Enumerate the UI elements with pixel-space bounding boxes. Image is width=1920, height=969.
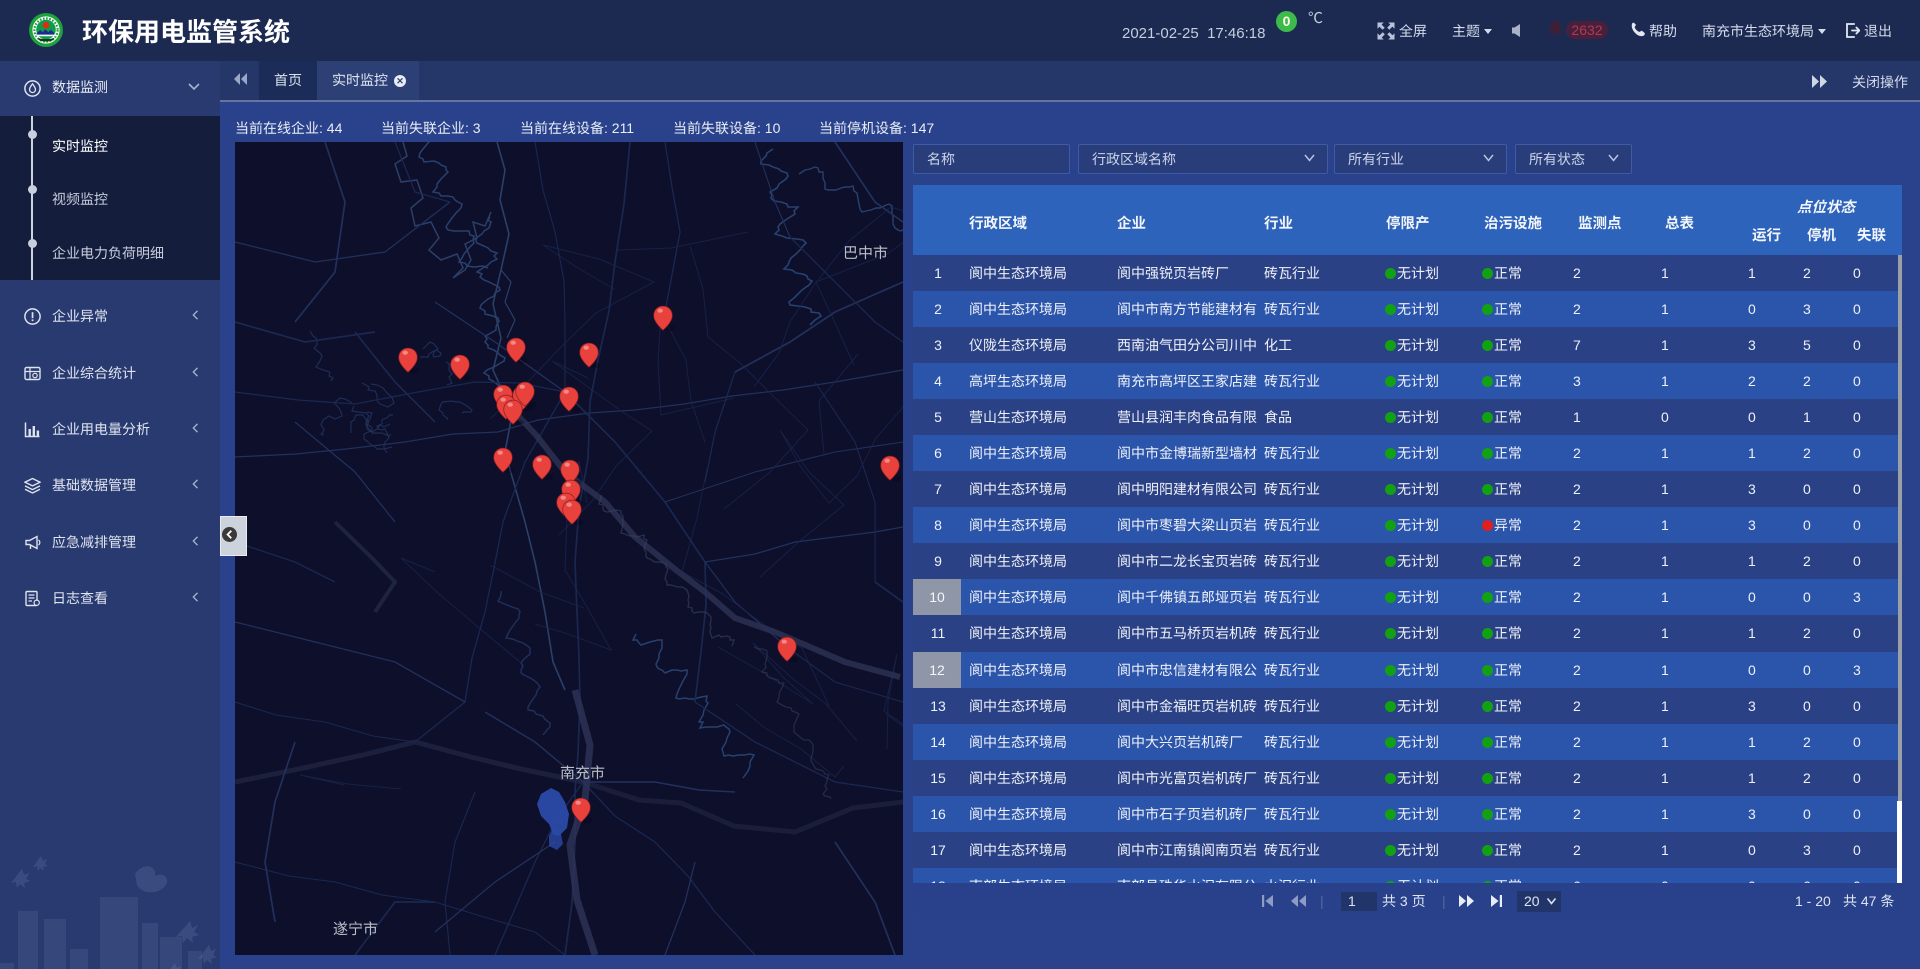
svg-text:南充市: 南充市 [560, 762, 605, 783]
svg-text:遂宁市: 遂宁市 [333, 918, 378, 939]
svg-text:巴中市: 巴中市 [843, 242, 888, 263]
